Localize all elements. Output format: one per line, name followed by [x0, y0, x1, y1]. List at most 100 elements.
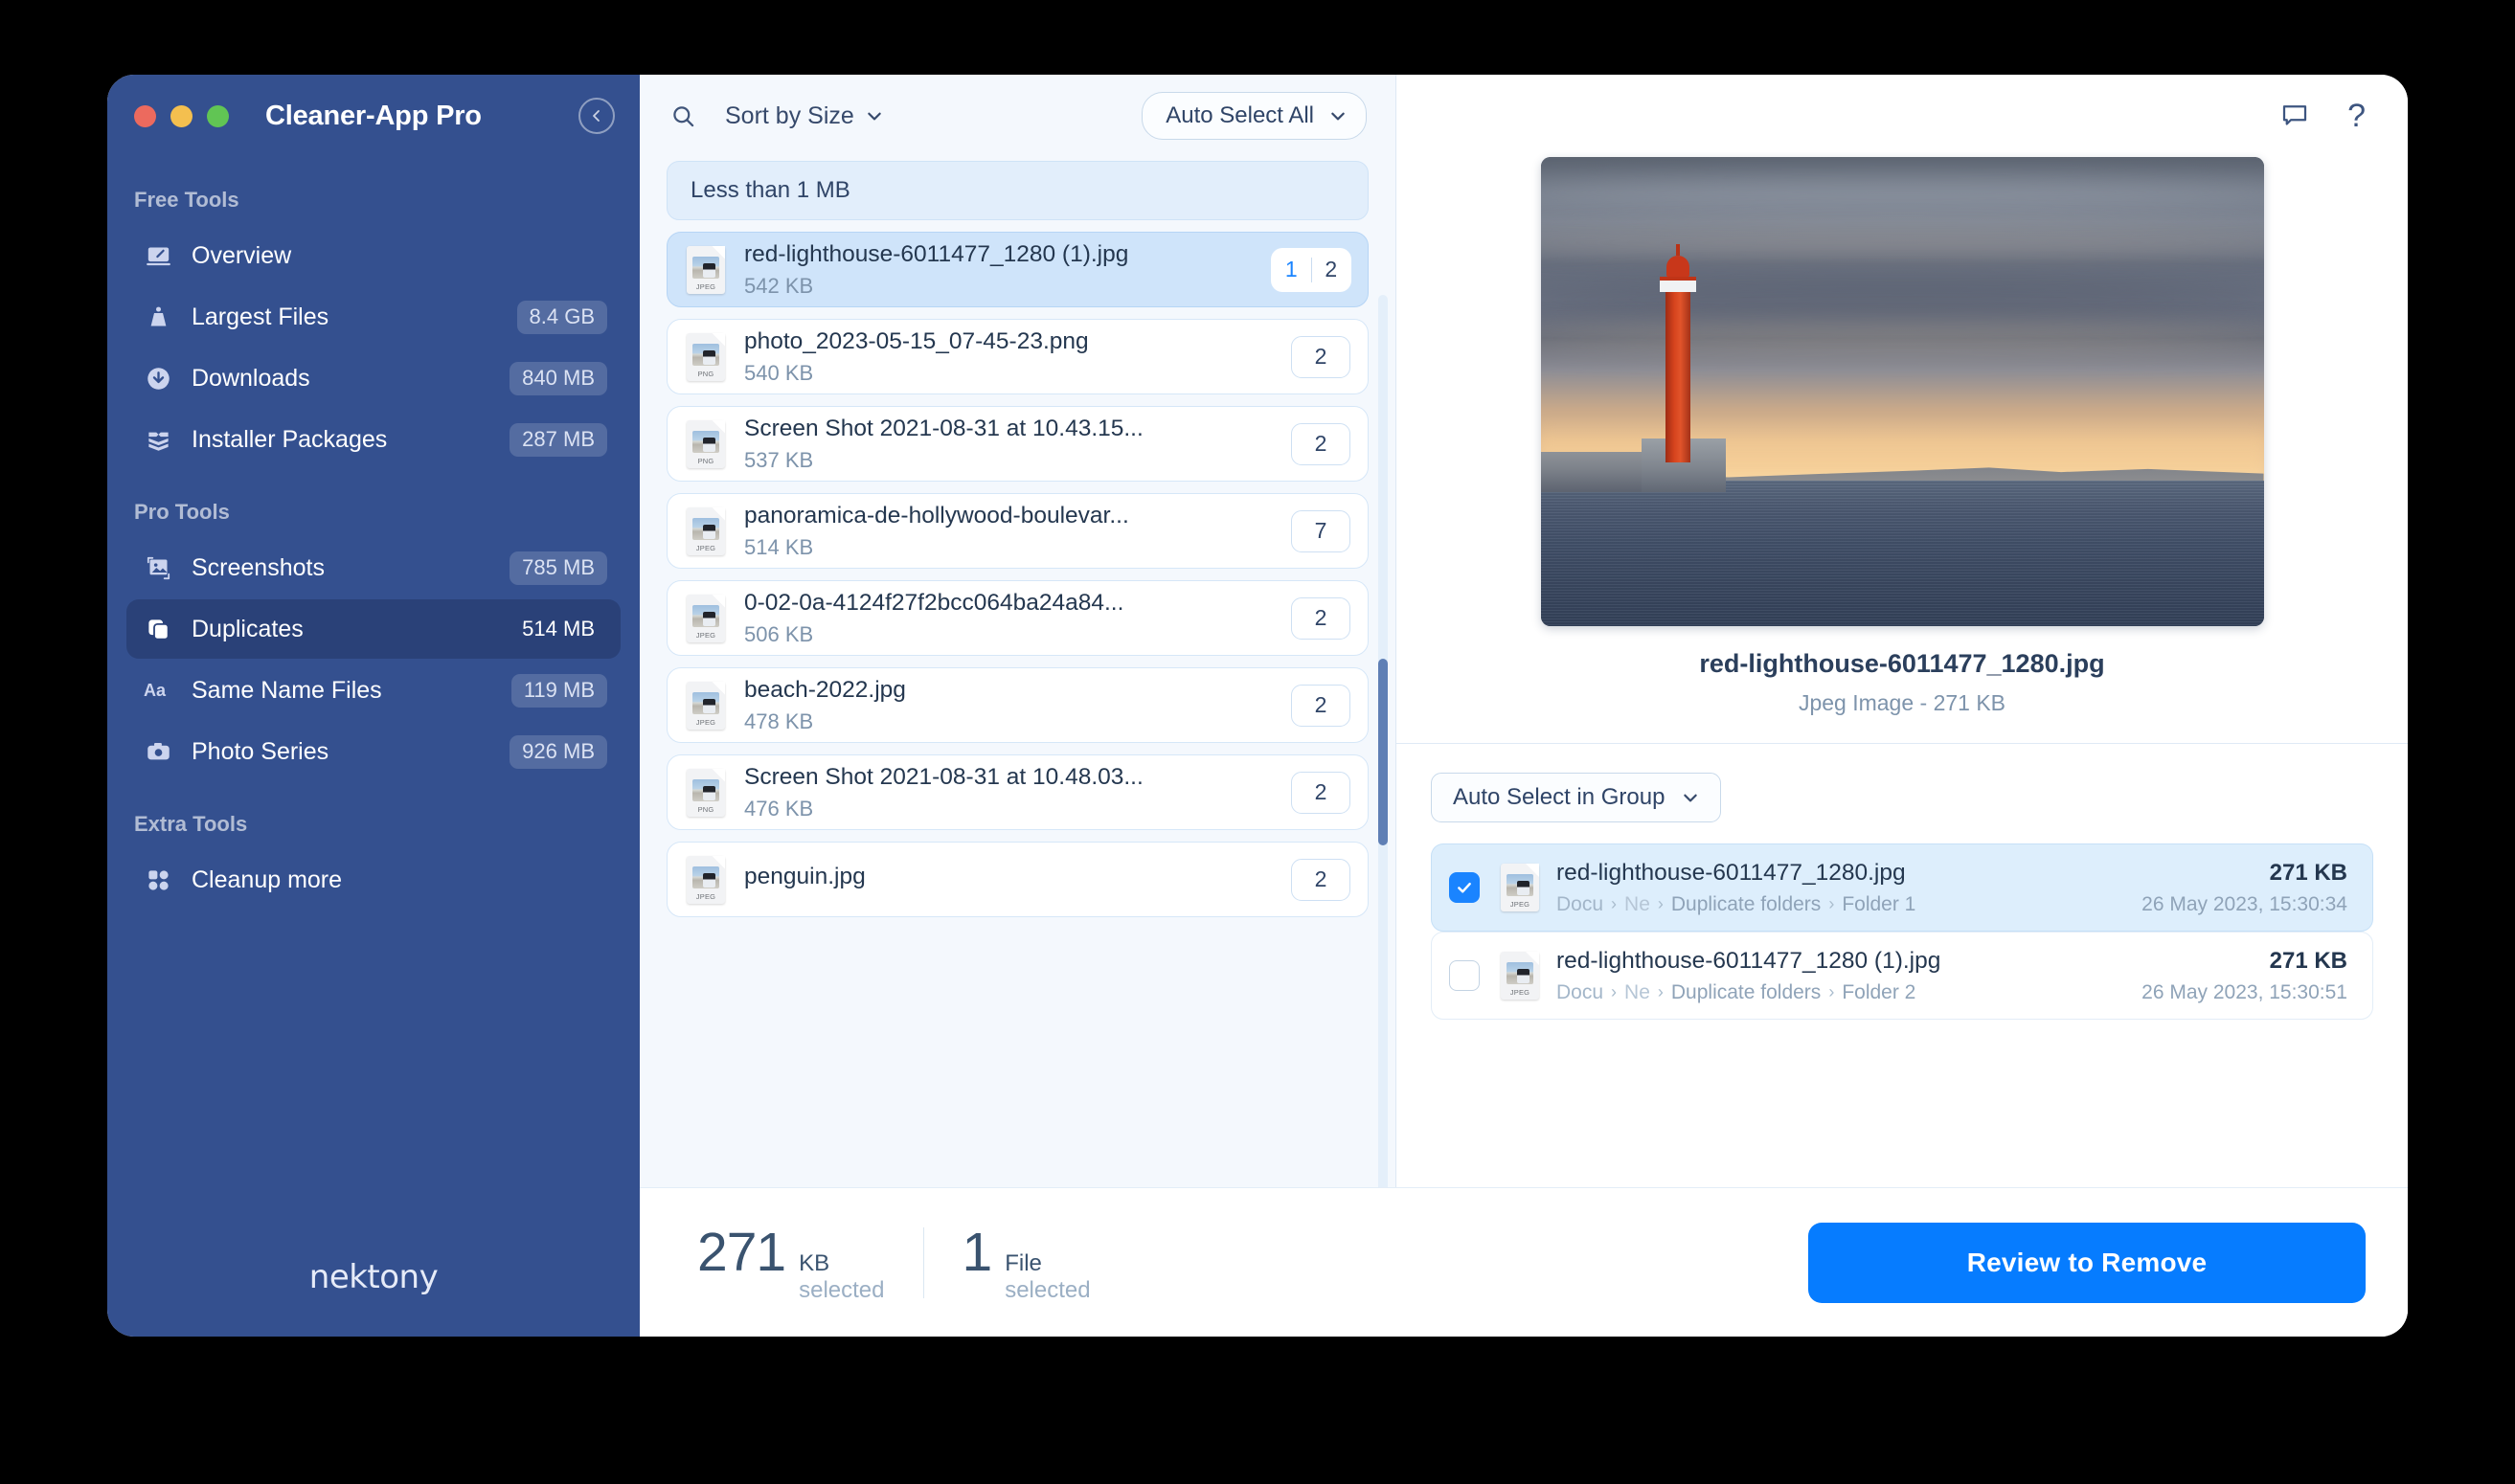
preview-file-meta: Jpeg Image - 271 KB: [1798, 690, 2006, 715]
size-selected-labels: KB selected: [799, 1250, 884, 1304]
close-button[interactable]: [134, 104, 156, 127]
duplicate-count-badge[interactable]: 7: [1291, 509, 1350, 552]
file-list-item[interactable]: JPEG red-lighthouse-6011477_1280 (1).jpg…: [667, 232, 1369, 307]
weight-icon: [138, 304, 178, 330]
sidebar-section-extra-tools: Extra Tools: [134, 812, 248, 836]
duplicate-info: red-lighthouse-6011477_1280 (1).jpg Docu…: [1556, 948, 1940, 1004]
titlebar: Cleaner-App Pro: [107, 75, 640, 157]
chevron-right-icon: ›: [1611, 894, 1618, 913]
file-list-item[interactable]: JPEG panoramica-de-hollywood-boulevar...…: [667, 493, 1369, 569]
duplicate-date: 26 May 2023, 15:30:34: [2141, 892, 2347, 915]
duplicate-info: red-lighthouse-6011477_1280.jpg Docu › N…: [1556, 860, 1915, 916]
zoom-button[interactable]: [207, 104, 229, 127]
duplicate-count-badge[interactable]: 2: [1291, 596, 1350, 640]
file-list-scrollbar[interactable]: [1378, 295, 1388, 1209]
jpeg-file-icon: JPEG: [687, 506, 725, 555]
breadcrumb-segment: Docu: [1556, 892, 1604, 915]
duplicate-count-badge[interactable]: 2: [1291, 858, 1350, 901]
sidebar-item-label: Photo Series: [192, 737, 329, 765]
jpeg-file-icon: JPEG: [687, 681, 725, 730]
sidebar-item-label: Downloads: [192, 364, 310, 392]
sidebar-collapse-button[interactable]: [578, 98, 615, 134]
sidebar-item-badge: 785 MB: [510, 551, 607, 585]
scrollbar-thumb[interactable]: [1378, 659, 1388, 845]
file-type-label: JPEG: [695, 717, 716, 727]
duplicates-icon: [138, 617, 178, 642]
size-selected-number: 271: [697, 1222, 786, 1284]
file-info: Screen Shot 2021-08-31 at 10.43.15... 53…: [744, 416, 1144, 473]
auto-select-all-dropdown[interactable]: Auto Select All: [1142, 92, 1367, 140]
file-type-label: PNG: [697, 369, 714, 378]
sort-by-dropdown[interactable]: Sort by Size: [725, 102, 883, 130]
auto-select-in-group-dropdown[interactable]: Auto Select in Group: [1431, 773, 1722, 822]
sidebar-item-installer-packages[interactable]: Installer Packages 287 MB: [126, 410, 621, 469]
file-list-panel: Sort by Size Auto Select All Less than 1…: [640, 75, 1396, 1337]
duplicate-count-badge[interactable]: 1 2: [1272, 248, 1350, 291]
file-name: 0-02-0a-4124f27f2bcc064ba24a84...: [744, 589, 1124, 616]
duplicate-group-pane: Auto Select in Group JPEG red-lighthouse…: [1396, 744, 2408, 1020]
sidebar-item-label: Same Name Files: [192, 676, 382, 704]
duplicate-count-badge[interactable]: 2: [1291, 422, 1350, 465]
sidebar-item-badge: 514 MB: [522, 616, 595, 641]
chevron-down-icon: [1682, 789, 1699, 806]
sidebar-item-photo-series[interactable]: Photo Series 926 MB: [126, 722, 621, 781]
duplicate-date: 26 May 2023, 15:30:51: [2141, 980, 2347, 1003]
breadcrumb-segment: Docu: [1556, 980, 1604, 1003]
chevron-down-icon: [866, 107, 883, 124]
sidebar-item-downloads[interactable]: Downloads 840 MB: [126, 349, 621, 408]
file-list-item[interactable]: PNG Screen Shot 2021-08-31 at 10.43.15..…: [667, 406, 1369, 482]
sidebar-item-same-name-files[interactable]: Aa Same Name Files 119 MB: [126, 661, 621, 720]
chevron-right-icon: ›: [1828, 894, 1835, 913]
size-group-header[interactable]: Less than 1 MB: [667, 161, 1369, 220]
duplicate-checkbox[interactable]: [1449, 872, 1480, 903]
file-list-item[interactable]: JPEG penguin.jpg 2: [667, 842, 1369, 917]
file-size: 506 KB: [744, 621, 814, 646]
file-info: beach-2022.jpg 478 KB: [744, 677, 906, 734]
chat-bubble-icon[interactable]: [2280, 101, 2309, 130]
duplicate-row[interactable]: JPEG red-lighthouse-6011477_1280 (1).jpg…: [1431, 932, 2373, 1020]
file-list-item[interactable]: PNG photo_2023-05-15_07-45-23.png 540 KB…: [667, 319, 1369, 394]
sidebar-nav-extra-tools: Cleanup more: [107, 850, 640, 910]
breadcrumb-segment: Ne: [1624, 892, 1650, 915]
jpeg-file-icon: JPEG: [1501, 864, 1539, 911]
svg-text:Aa: Aa: [144, 681, 167, 700]
file-name: Screen Shot 2021-08-31 at 10.43.15...: [744, 415, 1144, 441]
sidebar-item-duplicates[interactable]: Duplicates 514 MB: [126, 599, 621, 659]
preview-image[interactable]: [1540, 157, 2264, 626]
sidebar-item-screenshots[interactable]: Screenshots 785 MB: [126, 538, 621, 597]
duplicate-count-badge[interactable]: 2: [1291, 771, 1350, 814]
duplicate-count-badge[interactable]: 2: [1291, 684, 1350, 727]
files-selected-unit: File: [1005, 1250, 1042, 1277]
file-size: 478 KB: [744, 708, 814, 733]
sidebar-item-cleanup-more[interactable]: Cleanup more: [126, 850, 621, 910]
middle-toolbar: Sort by Size Auto Select All: [640, 75, 1395, 157]
breadcrumb-segment: Folder 1: [1842, 892, 1916, 915]
sidebar-item-overview[interactable]: Overview: [126, 226, 621, 285]
file-name: penguin.jpg: [744, 863, 866, 889]
file-list: JPEG red-lighthouse-6011477_1280 (1).jpg…: [640, 220, 1395, 1337]
sidebar-item-label: Duplicates: [192, 615, 304, 642]
duplicate-checkbox[interactable]: [1449, 960, 1480, 991]
lighthouse-gallery: [1659, 276, 1696, 292]
sidebar-section-free-tools: Free Tools: [134, 188, 239, 212]
duplicate-count-badge[interactable]: 2: [1291, 335, 1350, 378]
overview-icon: [138, 243, 178, 269]
question-mark-icon[interactable]: ?: [2347, 100, 2366, 132]
sidebar-item-largest-files[interactable]: Largest Files 8.4 GB: [126, 287, 621, 347]
review-to-remove-button[interactable]: Review to Remove: [1808, 1222, 2366, 1303]
file-info: penguin.jpg: [744, 864, 866, 896]
total-count: 2: [1325, 257, 1338, 281]
chevron-down-icon: [1329, 107, 1347, 124]
file-list-item[interactable]: JPEG beach-2022.jpg 478 KB 2: [667, 667, 1369, 743]
minimize-button[interactable]: [170, 104, 193, 127]
sidebar-item-badge: 926 MB: [510, 734, 607, 769]
file-list-item[interactable]: PNG Screen Shot 2021-08-31 at 10.48.03..…: [667, 754, 1369, 830]
duplicate-row[interactable]: JPEG red-lighthouse-6011477_1280.jpg Doc…: [1431, 843, 2373, 932]
search-icon[interactable]: [670, 103, 696, 129]
file-name: photo_2023-05-15_07-45-23.png: [744, 327, 1089, 354]
file-size: 542 KB: [744, 273, 814, 298]
file-list-item[interactable]: JPEG 0-02-0a-4124f27f2bcc064ba24a84... 5…: [667, 580, 1369, 656]
auto-select-all-label: Auto Select All: [1166, 102, 1314, 128]
sidebar-item-badge: 840 MB: [510, 361, 607, 395]
preview-pane: red-lighthouse-6011477_1280.jpg Jpeg Ima…: [1396, 157, 2408, 744]
